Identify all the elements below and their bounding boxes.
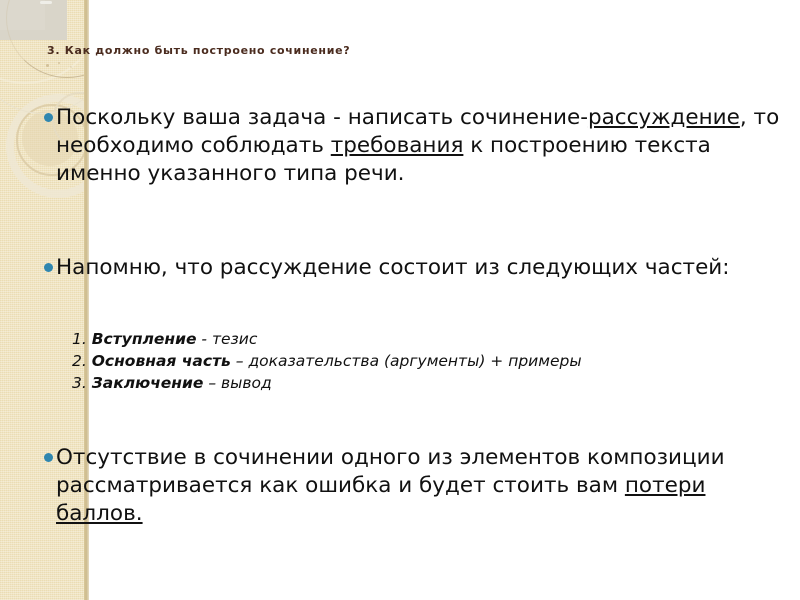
page-title: 3. Как должно быть построено сочинение? [47,44,351,57]
bullet-1-underlined-2: требования [330,133,464,158]
list-item: 2. Основная часть – доказательства (аргу… [44,350,784,372]
list-item-index: 1. [72,330,87,348]
composition-parts-list: 1. Вступление - тезис 2. Основная часть … [44,328,784,394]
decorative-arc-thin-icon [0,0,84,114]
list-item-dash: - [196,330,212,348]
bullet-dot-icon [44,263,53,272]
list-item-description: доказательства (аргументы) + примеры [248,352,582,370]
list-item-index: 3. [72,374,87,392]
bullet-dot-icon [44,453,53,462]
bullet-item-3: Отсутствие в сочинении одного из элемент… [44,444,784,528]
bullet-dot-icon [44,113,53,122]
list-item-term: Основная часть [91,352,231,370]
bullet-1-part-1: Поскольку ваша задача - написать сочинен… [56,105,588,130]
bullet-text-2: Напомню, что рассуждение состоит из след… [56,255,730,280]
list-item-index: 2. [72,352,87,370]
list-item-term: Вступление [91,330,197,348]
list-item-term: Заключение [91,374,204,392]
slide-canvas: 3. Как должно быть построено сочинение? … [0,0,800,600]
bullet-item-2: Напомню, что рассуждение состоит из след… [44,254,784,282]
bullet-1-underlined-1: рассуждение [587,105,740,130]
bullet-text-1: Поскольку ваша задача - написать сочинен… [56,104,784,188]
list-item-dash: – [203,374,221,392]
bullet-item-1: Поскольку ваша задача - написать сочинен… [44,104,784,188]
list-item: 1. Вступление - тезис [44,328,784,350]
list-item-description: вывод [221,374,272,392]
list-item: 3. Заключение – вывод [44,372,784,394]
bullet-text-3: Отсутствие в сочинении одного из элемент… [56,444,784,528]
list-item-description: тезис [211,330,258,348]
slide-body: Поскольку ваша задача - написать сочинен… [44,104,784,528]
list-item-dash: – [230,352,249,370]
